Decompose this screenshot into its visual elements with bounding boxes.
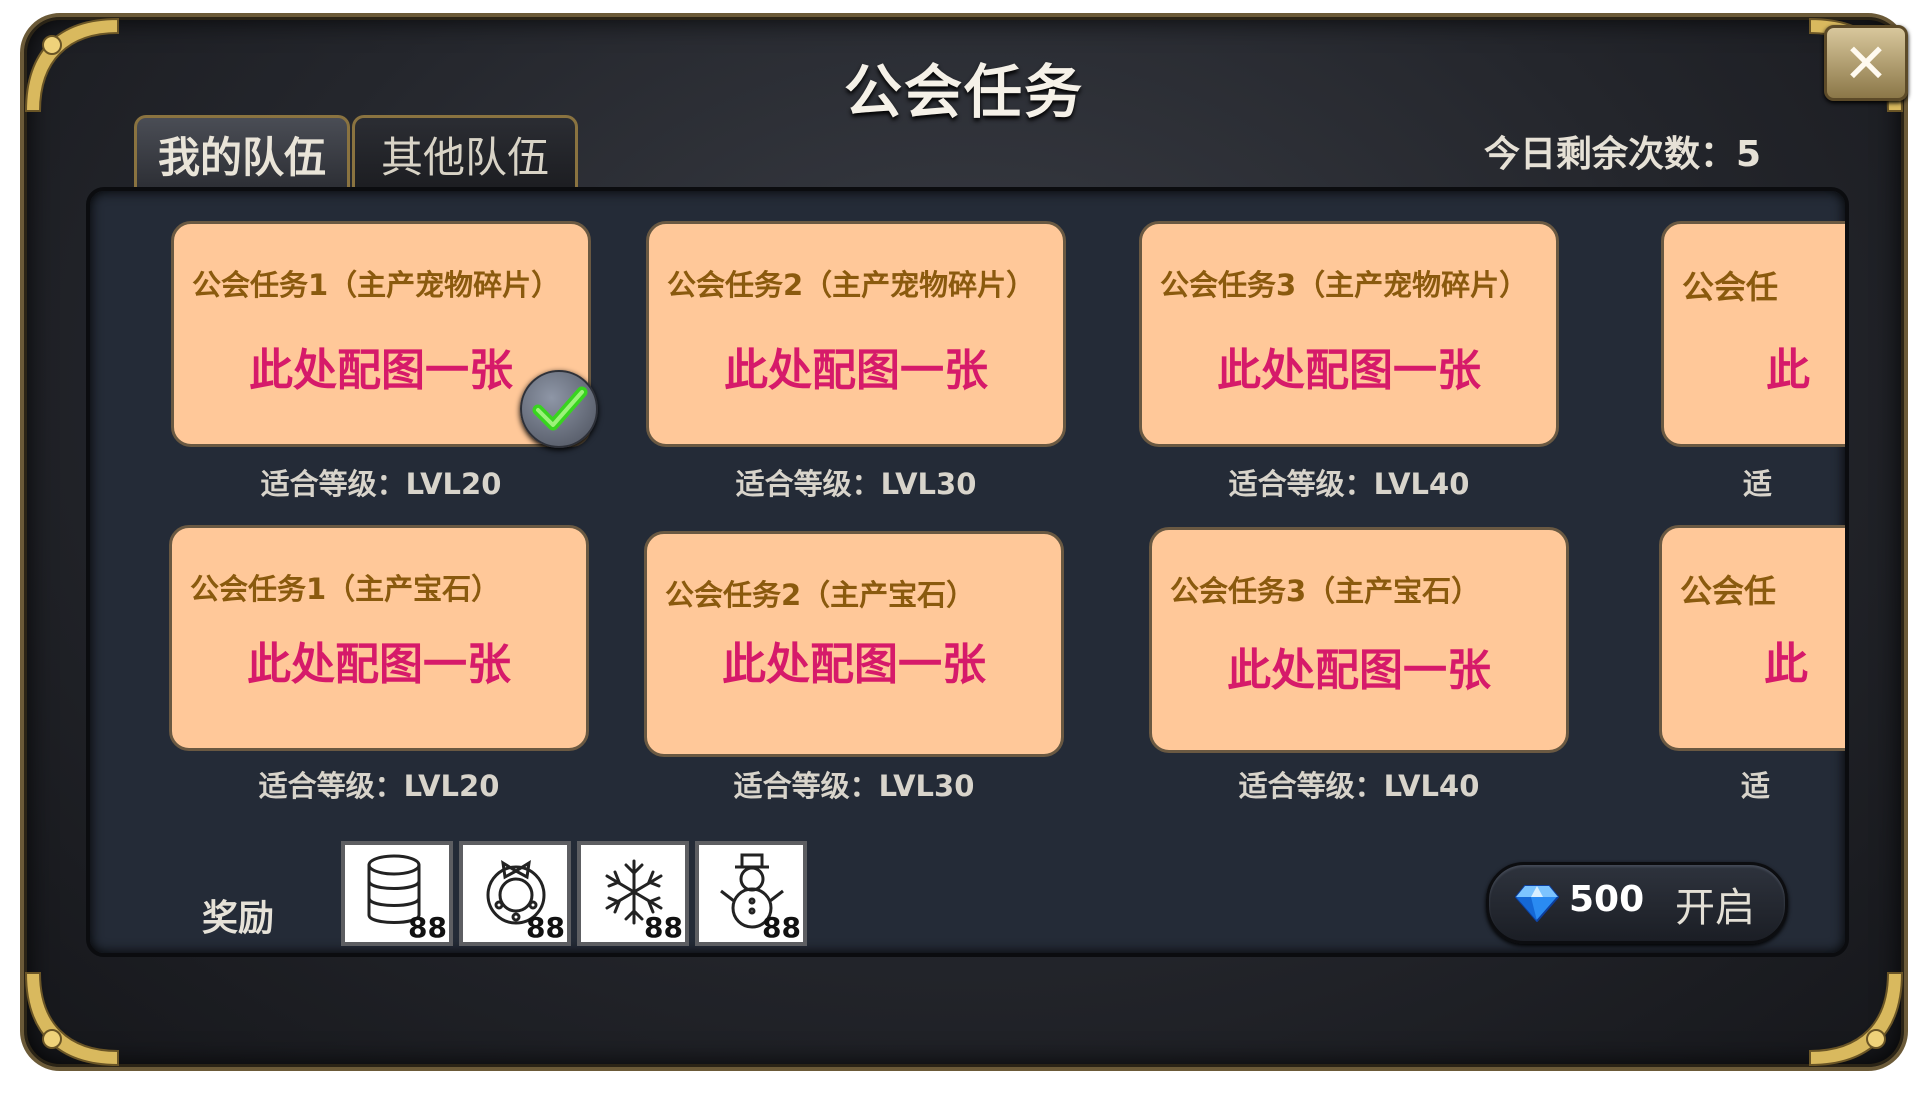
start-button[interactable]: 500 开启 [1486,862,1788,944]
card-title: 公会任务3（主产宠物碎片） [1160,268,1529,302]
card-title: 公会任 [1682,268,1779,306]
task-panel: 公会任务1（主产宠物碎片） 此处配图一张 适合等级：LVL20 公会任务2（主产… [86,187,1849,957]
card-title: 公会任务2（主产宝石） [665,578,976,612]
tab-other-teams[interactable]: 其他队伍 [352,115,578,190]
diamond-icon [1515,885,1559,922]
card-level: 适 [1741,769,1771,803]
reward-count: 88 [644,911,683,944]
image-placeholder: 此处配图一张 [1227,645,1491,696]
card-level: 适 [1743,467,1773,501]
card-title: 公会任 [1680,572,1777,610]
reward-item[interactable]: 88 [341,841,453,946]
close-button[interactable]: ✕ [1824,25,1908,101]
reward-item[interactable]: 88 [695,841,807,946]
dialog-window: 公会任务 ✕ 我的队伍 其他队伍 今日剩余次数：5 公会任务1（主产宠物碎片） … [20,13,1908,1071]
image-placeholder: 此 [1764,639,1808,690]
task-card[interactable]: 公会任务2（主产宠物碎片） 此处配图一张 [646,221,1066,447]
corner-ornament-bottom-left [24,972,119,1067]
close-icon: ✕ [1843,31,1889,95]
task-card-partial[interactable]: 公会任 此 [1659,525,1845,751]
remaining-attempts: 今日剩余次数：5 [1484,134,1762,175]
reward-count: 88 [408,911,447,944]
card-level: 适合等级：LVL20 [260,467,502,501]
image-placeholder: 此 [1766,345,1810,396]
image-placeholder: 此处配图一张 [724,345,988,396]
task-card[interactable]: 公会任务1（主产宠物碎片） 此处配图一张 [171,221,598,448]
gem-cost: 500 [1569,879,1645,920]
card-level: 适合等级：LVL30 [733,769,975,803]
task-card[interactable]: 公会任务1（主产宝石） 此处配图一张 [169,525,589,751]
image-placeholder: 此处配图一张 [247,639,511,690]
tab-label: 其他队伍 [380,132,549,182]
task-card-partial[interactable]: 公会任 此 [1661,221,1845,447]
reward-count: 88 [762,911,801,944]
card-title: 公会任务1（主产宠物碎片） [192,268,561,302]
card-title: 公会任务1（主产宝石） [190,572,501,606]
card-level: 适合等级：LVL20 [258,769,500,803]
rewards-label: 奖励 [202,898,275,939]
card-level: 适合等级：LVL40 [1228,467,1470,501]
reward-item[interactable]: 88 [577,841,689,946]
card-title: 公会任务2（主产宠物碎片） [667,268,1036,302]
check-icon [520,370,598,448]
card-title: 公会任务3（主产宝石） [1170,574,1481,608]
task-card[interactable]: 公会任务3（主产宠物碎片） 此处配图一张 [1139,221,1559,447]
task-card[interactable]: 公会任务2（主产宝石） 此处配图一张 [644,531,1064,757]
start-label: 开启 [1675,885,1755,931]
card-level: 适合等级：LVL30 [735,467,977,501]
task-card[interactable]: 公会任务3（主产宝石） 此处配图一张 [1149,527,1569,753]
image-placeholder: 此处配图一张 [1217,345,1481,396]
tab-my-team[interactable]: 我的队伍 [134,115,350,190]
tab-label: 我的队伍 [157,132,326,182]
reward-count: 88 [526,911,565,944]
image-placeholder: 此处配图一张 [722,639,986,690]
reward-item[interactable]: 88 [459,841,571,946]
corner-ornament-bottom-right [1809,972,1904,1067]
card-level: 适合等级：LVL40 [1238,769,1480,803]
